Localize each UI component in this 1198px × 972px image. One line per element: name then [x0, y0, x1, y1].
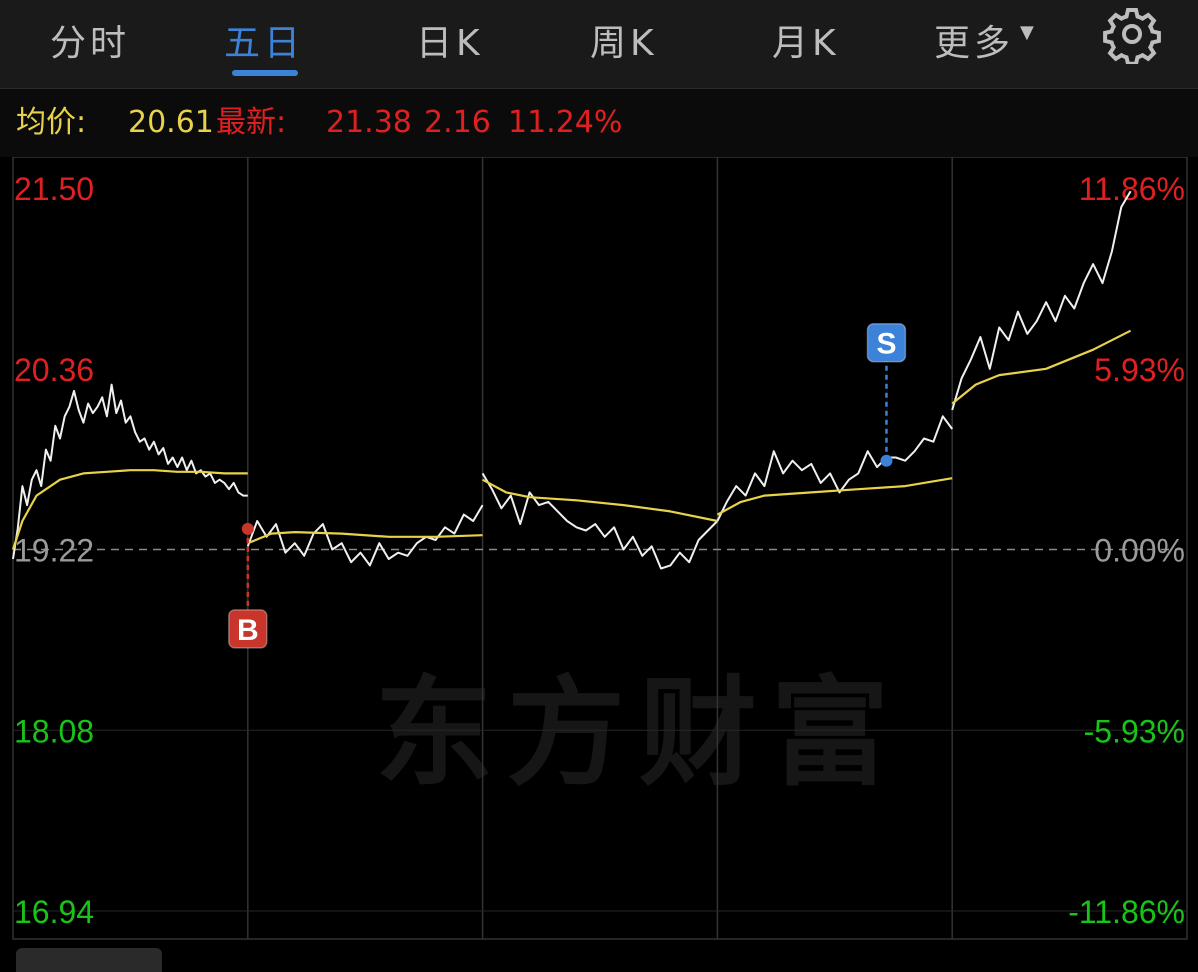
y-axis-right-tick-label: -11.86%: [1068, 894, 1185, 930]
price-change-percent: 11.24%: [508, 105, 623, 140]
average-line-day: [247, 531, 483, 545]
y-axis-left-tick-label: 19.22: [14, 533, 94, 569]
price-line-day: [481, 472, 719, 570]
gear-icon[interactable]: [1102, 4, 1162, 66]
buy-marker-label: B: [237, 614, 259, 647]
sell-marker-label: S: [876, 328, 896, 361]
y-axis-right-tick-label: 11.86%: [1079, 171, 1185, 207]
tab-monthly-k[interactable]: 月K: [772, 14, 840, 66]
tab-intraday[interactable]: 分时: [50, 14, 130, 66]
active-tab-indicator: [232, 70, 298, 76]
avg-price-value: 20.61: [128, 105, 214, 140]
latest-price-label: 最新:: [216, 105, 287, 140]
y-axis-right-tick-label: -5.93%: [1084, 713, 1185, 749]
y-axis-left-tick-label: 16.94: [14, 894, 94, 930]
y-axis-right-tick-label: 0.00%: [1094, 533, 1185, 569]
sell-marker-dot: [880, 454, 893, 467]
period-tab-bar: 分时 五日 日K 周K 月K 更多 ▼: [0, 0, 1198, 89]
bottom-toolbar: [0, 942, 1198, 972]
tab-daily-k[interactable]: 日K: [416, 14, 484, 66]
avg-price-label: 均价:: [16, 105, 87, 140]
tab-weekly-k[interactable]: 周K: [590, 14, 658, 66]
more-caret-icon: ▼: [1020, 22, 1038, 43]
y-axis-right-tick-label: 5.93%: [1094, 352, 1185, 388]
tab-five-day[interactable]: 五日: [224, 14, 304, 66]
price-line-day: [716, 415, 954, 522]
buy-marker-dot: [241, 522, 254, 535]
price-info-bar: 均价: 20.61 最新: 21.38 2.16 11.24%: [0, 89, 1198, 157]
price-change: 2.16: [424, 105, 491, 140]
y-axis-left-tick-label: 18.08: [14, 713, 94, 749]
chart-svg: 21.50 11.86% 20.36 5.93% 19.22 0.00% 18.08 -5.9…: [11, 157, 1188, 940]
chart-frame: [12, 157, 1188, 940]
five-day-chart[interactable]: 东方财富 21.50 11.86% 20.36 5.93% 19.22 0.00% 18.0…: [0, 157, 1198, 942]
y-axis-left-tick-label: 20.36: [14, 352, 94, 388]
y-axis-left-tick-label: 21.50: [14, 171, 94, 207]
latest-price-value: 21.38: [326, 105, 412, 140]
tab-more[interactable]: 更多 ▼: [934, 14, 1038, 66]
bottom-tab-button[interactable]: [16, 948, 162, 972]
